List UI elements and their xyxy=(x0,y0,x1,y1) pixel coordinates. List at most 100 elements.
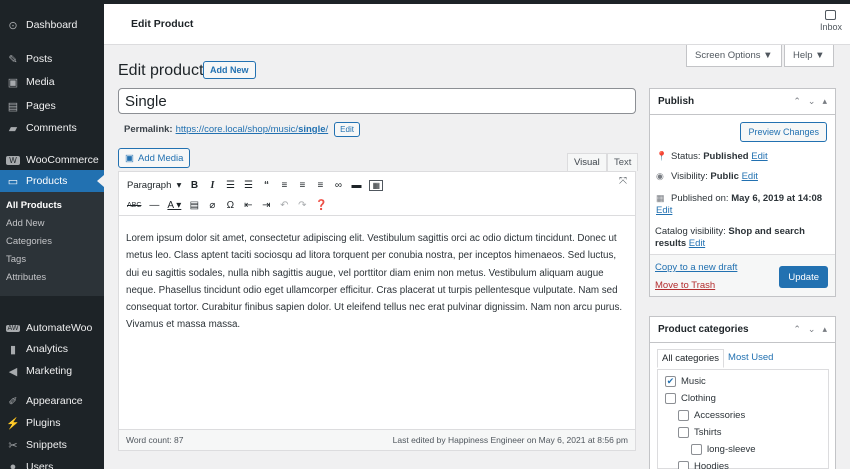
bold-icon[interactable]: B xyxy=(189,180,199,191)
sidebar-item-posts[interactable]: ✎ Posts xyxy=(0,48,104,70)
submenu-tags[interactable]: Tags xyxy=(6,254,26,265)
appearance-icon: ✐ xyxy=(8,395,18,408)
help-button[interactable]: Help ▼ xyxy=(784,45,834,67)
category-hoodies[interactable]: Hoodies xyxy=(678,461,729,469)
category-long-sleeve[interactable]: long-sleeve xyxy=(691,444,756,455)
chevron-down-icon[interactable]: ⌄ xyxy=(808,96,816,107)
checkbox-checked-icon[interactable]: ✔ xyxy=(665,376,676,387)
paste-text-icon[interactable]: ▤ xyxy=(189,200,199,211)
format-select[interactable]: Paragraph ▾ xyxy=(127,180,181,191)
toolbar-toggle-icon[interactable]: ▦ xyxy=(369,179,383,191)
category-clothing[interactable]: Clothing xyxy=(665,393,716,404)
sidebar-item-label: Snippets xyxy=(26,439,67,451)
permalink-link[interactable]: https://core.local/shop/music/single/ xyxy=(176,124,329,135)
chevron-down-icon[interactable]: ⌄ xyxy=(808,324,816,335)
inbox-button[interactable]: Inbox xyxy=(820,10,842,32)
sidebar-item-appearance[interactable]: ✐ Appearance xyxy=(0,390,104,412)
checkbox-icon[interactable] xyxy=(678,461,689,469)
move-to-trash-link[interactable]: Move to Trash xyxy=(655,280,715,291)
sidebar-item-analytics[interactable]: ▮ Analytics xyxy=(0,338,104,360)
sidebar-item-users[interactable]: ● Users xyxy=(0,456,104,469)
sidebar-item-media[interactable]: ▣ Media xyxy=(0,71,104,93)
pin-icon: ✎ xyxy=(8,53,18,66)
checkbox-icon[interactable] xyxy=(691,444,702,455)
permalink-url-prefix: https://core.local/shop/music/ xyxy=(175,124,299,135)
align-left-icon[interactable]: ≡ xyxy=(279,180,289,191)
link-icon[interactable]: ∞ xyxy=(333,180,343,191)
add-media-label: Add Media xyxy=(137,152,184,164)
numbered-list-icon[interactable]: ☰ xyxy=(243,180,253,191)
tab-visual[interactable]: Visual xyxy=(567,153,607,171)
fullscreen-icon[interactable]: ⤧ xyxy=(619,176,627,187)
analytics-icon: ▮ xyxy=(9,343,17,356)
submenu-attributes[interactable]: Attributes xyxy=(6,272,46,283)
undo-icon[interactable]: ↶ xyxy=(279,200,289,211)
preview-changes-button[interactable]: Preview Changes xyxy=(740,122,827,142)
toggle-arrow-icon[interactable]: ▴ xyxy=(822,324,827,335)
align-center-icon[interactable]: ≡ xyxy=(297,180,307,191)
horizontal-line-icon[interactable]: — xyxy=(149,200,159,211)
read-more-icon[interactable]: ▬ xyxy=(351,180,361,191)
submenu-add-new[interactable]: Add New xyxy=(6,218,45,229)
permalink-edit-button[interactable]: Edit xyxy=(334,122,360,137)
editor-content[interactable]: Lorem ipsum dolor sit amet, consectetur … xyxy=(126,230,630,334)
clear-formatting-icon[interactable]: ⌀ xyxy=(207,200,217,211)
outdent-icon[interactable]: ⇤ xyxy=(243,200,253,211)
publish-panel-header[interactable]: Publish ⌃ ⌄ ▴ xyxy=(650,89,835,115)
category-accessories[interactable]: Accessories xyxy=(678,410,745,421)
checkbox-icon[interactable] xyxy=(665,393,676,404)
checkbox-icon[interactable] xyxy=(678,410,689,421)
sidebar-item-marketing[interactable]: ◀ Marketing xyxy=(0,360,104,382)
publish-actions: Copy to a new draft Move to Trash Update xyxy=(650,254,835,296)
media-icon: ▣ xyxy=(7,76,19,89)
italic-icon[interactable]: I xyxy=(207,180,217,191)
sidebar-item-automatewoo[interactable]: AW AutomateWoo xyxy=(0,317,104,339)
category-tshirts[interactable]: Tshirts xyxy=(678,427,721,438)
chevron-up-icon[interactable]: ⌃ xyxy=(793,96,801,107)
submenu-all-products[interactable]: All Products xyxy=(6,200,62,211)
special-character-icon[interactable]: Ω xyxy=(225,200,235,211)
category-label: Accessories xyxy=(694,410,746,421)
sidebar-item-comments[interactable]: ▰ Comments xyxy=(0,117,104,139)
inbox-icon xyxy=(825,10,837,20)
chevron-up-icon[interactable]: ⌃ xyxy=(793,324,801,335)
redo-icon[interactable]: ↷ xyxy=(297,200,307,211)
category-music[interactable]: ✔ Music xyxy=(665,376,706,387)
product-title-input[interactable] xyxy=(118,88,636,114)
sidebar-item-plugins[interactable]: ⚡ Plugins xyxy=(0,412,104,434)
tab-all-categories[interactable]: All categories xyxy=(657,349,725,368)
copy-to-draft-link[interactable]: Copy to a new draft xyxy=(655,262,737,273)
snippets-icon: ✂ xyxy=(8,439,18,452)
sidebar-item-pages[interactable]: ▤ Pages xyxy=(0,95,104,117)
toggle-arrow-icon[interactable]: ▴ xyxy=(822,96,827,107)
help-icon[interactable]: ❓ xyxy=(315,200,327,211)
checkbox-icon[interactable] xyxy=(678,427,689,438)
content-editor[interactable]: Paragraph ▾ B I ☰ ☰ “ ≡ ≡ ≡ ∞ ▬ ▦ ABC — … xyxy=(118,171,636,451)
tab-most-used[interactable]: Most Used xyxy=(724,349,777,368)
sidebar-item-products[interactable]: ▭ Products xyxy=(0,170,104,192)
sidebar-item-dashboard[interactable]: ⊙ Dashboard xyxy=(0,14,104,36)
sidebar-item-woocommerce[interactable]: W WooCommerce xyxy=(0,149,104,171)
screen-options-button[interactable]: Screen Options ▼ xyxy=(686,45,782,67)
categories-panel-header[interactable]: Product categories ⌃ ⌄ ▴ xyxy=(650,317,835,343)
category-label: Tshirts xyxy=(694,427,722,438)
permalink: Permalink: https://core.local/shop/music… xyxy=(124,122,360,137)
update-button[interactable]: Update xyxy=(779,266,828,288)
published-on-edit-link[interactable]: Edit xyxy=(656,205,672,216)
bullet-list-icon[interactable]: ☰ xyxy=(225,180,235,191)
tab-text[interactable]: Text xyxy=(607,153,639,171)
text-color-icon[interactable]: A ▾ xyxy=(167,200,181,211)
strikethrough-icon[interactable]: ABC xyxy=(127,202,141,209)
catalog-edit-link[interactable]: Edit xyxy=(689,238,705,249)
submenu-categories[interactable]: Categories xyxy=(6,236,52,247)
add-new-button[interactable]: Add New xyxy=(203,61,256,79)
visibility-edit-link[interactable]: Edit xyxy=(742,171,758,182)
blockquote-icon[interactable]: “ xyxy=(261,180,271,191)
editor-toolbar: Paragraph ▾ B I ☰ ☰ “ ≡ ≡ ≡ ∞ ▬ ▦ ABC — … xyxy=(119,172,635,216)
format-select-value: Paragraph xyxy=(127,179,172,191)
sidebar-item-snippets[interactable]: ✂ Snippets xyxy=(0,434,104,456)
align-right-icon[interactable]: ≡ xyxy=(315,180,325,191)
status-edit-link[interactable]: Edit xyxy=(751,151,767,162)
indent-icon[interactable]: ⇥ xyxy=(261,200,271,211)
add-media-button[interactable]: ▣ Add Media xyxy=(118,148,191,168)
